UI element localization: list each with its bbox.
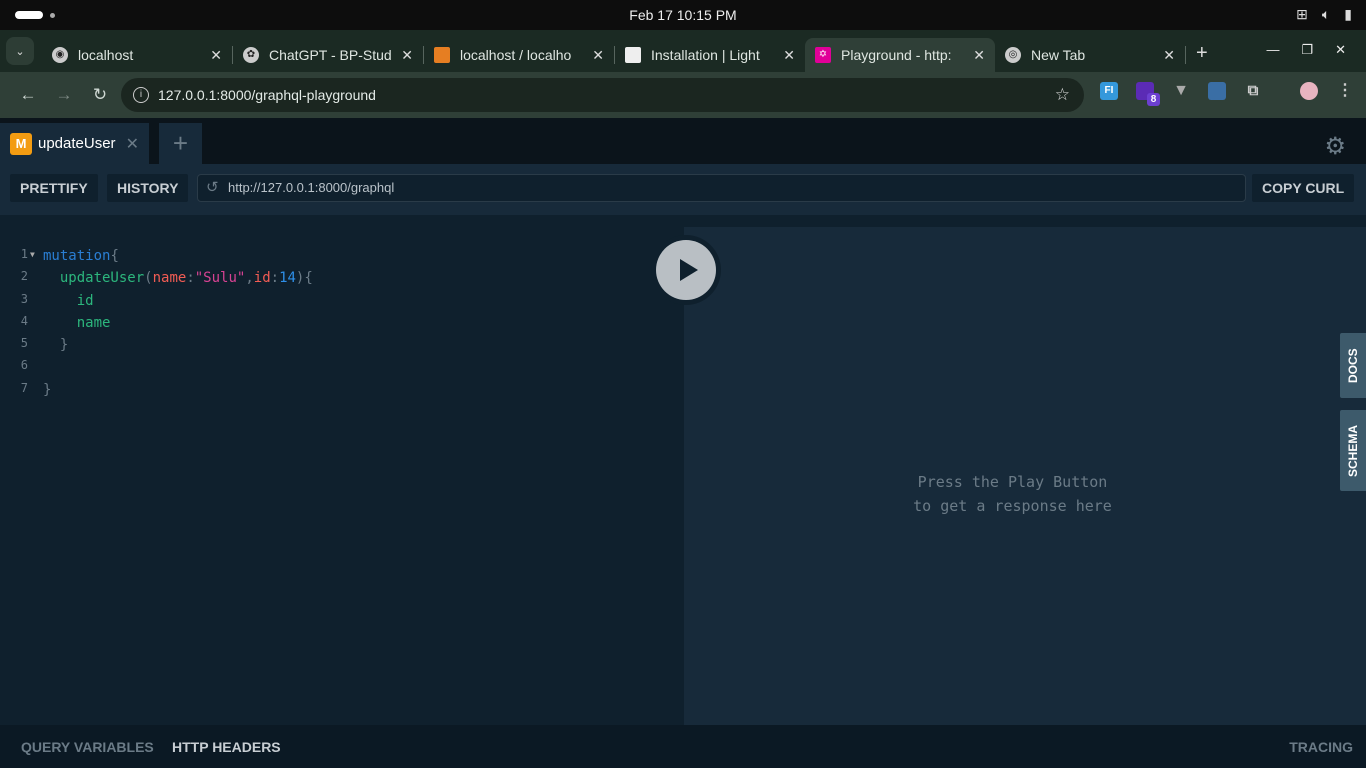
code-line: } xyxy=(43,381,52,398)
browser-tab[interactable]: ✿ ChatGPT - BP-Stud ✕ xyxy=(233,38,423,72)
address-bar[interactable]: i 127.0.0.1:8000/graphql-playground ☆ xyxy=(121,78,1084,112)
clock[interactable]: Feb 17 10:15 PM xyxy=(0,7,1366,23)
reload-button[interactable]: ↻ xyxy=(82,85,118,105)
back-button[interactable]: ← xyxy=(10,85,46,105)
vue-devtools-icon[interactable]: ▼ xyxy=(1172,82,1190,100)
copy-curl-button[interactable]: COPY CURL xyxy=(1252,174,1355,202)
close-tab-icon[interactable]: ✕ xyxy=(210,47,222,64)
minimize-icon[interactable]: — xyxy=(1266,42,1279,58)
url-text[interactable]: 127.0.0.1:8000/graphql-playground xyxy=(158,87,376,103)
code-line: updateUser(name:"Sulu",id:14){ xyxy=(59,270,313,287)
browser-tab[interactable]: ◎ New Tab ✕ xyxy=(995,38,1185,72)
extension-fi-icon[interactable]: FI xyxy=(1100,82,1118,100)
code-line: } xyxy=(59,337,69,354)
code-line: mutation{ xyxy=(43,248,119,264)
close-icon[interactable]: ✕ xyxy=(126,134,139,154)
query-tab[interactable]: MupdateUser ✕ xyxy=(0,123,149,164)
browser-tab-strip: ⌄ ◉ localhost ✕ ✿ ChatGPT - BP-Stud ✕ localh… xyxy=(0,30,1366,72)
bookmark-star-icon[interactable]: ☆ xyxy=(1055,85,1070,105)
new-tab-button[interactable]: + xyxy=(1196,42,1208,65)
volume-icon[interactable]: 🔈︎ xyxy=(1322,6,1330,23)
site-info-icon[interactable]: i xyxy=(133,87,149,103)
browser-tab[interactable]: ◉ localhost ✕ xyxy=(42,38,232,72)
result-pane: Press the Play Button to get a response h… xyxy=(684,227,1366,725)
history-button[interactable]: HISTORY xyxy=(107,174,189,202)
close-tab-icon[interactable]: ✕ xyxy=(783,47,795,64)
chatgpt-icon: ✿ xyxy=(243,47,259,63)
playground-toolbar: PRETTIFY HISTORY ↺ http://127.0.0.1:8000/… xyxy=(0,164,1366,215)
play-button[interactable] xyxy=(651,235,721,305)
lighthouse-icon xyxy=(625,47,641,63)
extension-icon[interactable] xyxy=(1208,82,1226,100)
gear-icon[interactable]: ⚙ xyxy=(1324,132,1346,161)
query-variables-tab[interactable]: QUERY VARIABLES xyxy=(21,739,154,755)
close-window-icon[interactable]: ✕ xyxy=(1335,42,1346,58)
extensions-puzzle-icon[interactable]: ⧉ xyxy=(1244,82,1262,100)
fold-arrow-icon[interactable]: ▼ xyxy=(30,250,35,259)
browser-tab[interactable]: localhost / localho ✕ xyxy=(424,38,614,72)
tracing-tab[interactable]: TRACING xyxy=(1289,739,1353,755)
globe-icon: ◉ xyxy=(52,47,68,63)
tab-search-button[interactable]: ⌄ xyxy=(6,37,34,65)
close-tab-icon[interactable]: ✕ xyxy=(401,47,413,64)
extension-badge-icon[interactable]: 8 xyxy=(1136,82,1160,106)
os-top-bar: Feb 17 10:15 PM ⊞ 🔈︎ ▮ xyxy=(0,0,1366,30)
bottom-bar: QUERY VARIABLES HTTP HEADERS TRACING xyxy=(0,725,1366,768)
close-tab-icon[interactable]: ✕ xyxy=(973,47,985,64)
http-headers-tab[interactable]: HTTP HEADERS xyxy=(172,739,281,755)
play-icon xyxy=(679,259,698,281)
battery-icon[interactable]: ▮ xyxy=(1344,6,1352,23)
schema-tab[interactable]: SCHEMA xyxy=(1340,410,1366,491)
phpmyadmin-icon xyxy=(434,47,450,63)
maximize-icon[interactable]: ❐ xyxy=(1301,42,1313,58)
code-line: id xyxy=(76,292,94,309)
browser-toolbar: ← → ↻ i 127.0.0.1:8000/graphql-playgroun… xyxy=(0,72,1366,118)
code-line: name xyxy=(76,314,111,331)
close-tab-icon[interactable]: ✕ xyxy=(1163,47,1175,64)
browser-tab-active[interactable]: ✡ Playground - http: ✕ xyxy=(805,38,995,72)
add-tab-button[interactable]: + xyxy=(159,123,202,164)
forward-button[interactable]: → xyxy=(46,85,82,105)
graphql-icon: ✡ xyxy=(815,47,831,63)
close-tab-icon[interactable]: ✕ xyxy=(592,47,604,64)
menu-kebab-icon[interactable]: ⋮ xyxy=(1336,82,1354,100)
network-icon[interactable]: ⊞ xyxy=(1296,6,1308,23)
reload-schema-icon[interactable]: ↺ xyxy=(206,175,219,201)
profile-avatar[interactable] xyxy=(1300,82,1318,100)
endpoint-input[interactable]: ↺ http://127.0.0.1:8000/graphql xyxy=(197,174,1246,202)
prettify-button[interactable]: PRETTIFY xyxy=(10,174,98,202)
browser-tab[interactable]: Installation | Light ✕ xyxy=(615,38,805,72)
docs-tab[interactable]: DOCS xyxy=(1340,333,1366,398)
query-editor[interactable]: 1 ▼ mutation{ 2 updateUser(name:"Sulu",id:… xyxy=(0,227,684,725)
chrome-icon: ◎ xyxy=(1005,47,1021,63)
